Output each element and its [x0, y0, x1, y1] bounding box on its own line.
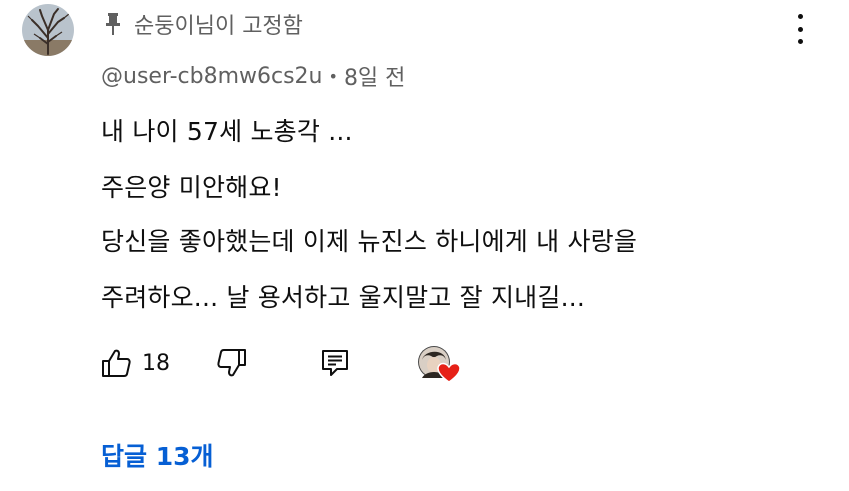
reply-comment-icon	[322, 350, 348, 376]
view-replies-link[interactable]: 답글 13개	[101, 437, 214, 473]
comment-text-line: 주려하오... 날 용서하고 울지말고 잘 지내길...	[101, 283, 586, 312]
more-vertical-icon-dot	[797, 39, 803, 44]
avatar[interactable]	[22, 4, 74, 56]
more-vertical-icon-dot	[797, 14, 803, 19]
dislike-button[interactable]	[216, 342, 248, 384]
comment-text-line: 주은양 미안해요!	[101, 173, 282, 202]
comment-time[interactable]: 8일 전	[344, 60, 405, 92]
comment-text-line: 당신을 좋아했는데 이제 뉴진스 하니에게 내 사랑을	[101, 227, 638, 256]
comment-header: @user-cb8mw6cs2u • 8일 전	[101, 60, 405, 92]
more-options-button[interactable]	[786, 14, 814, 44]
separator-dot: •	[328, 66, 338, 86]
more-vertical-icon-dot	[797, 26, 803, 32]
pinned-text: 순둥이님이 고정함	[134, 14, 303, 39]
comment-action-bar: 18	[100, 342, 500, 384]
pinned-label: 순둥이님이 고정함	[104, 10, 303, 39]
creator-heart-badge	[418, 344, 462, 384]
creator-heart-icon	[418, 346, 461, 383]
like-count: 18	[142, 350, 170, 376]
like-button[interactable]: 18	[100, 342, 170, 384]
author-handle[interactable]: @user-cb8mw6cs2u	[101, 64, 323, 89]
thumbs-up-icon	[102, 349, 131, 377]
comment-text-line: 내 나이 57세 노총각 ...	[101, 117, 353, 146]
reply-button[interactable]	[320, 342, 350, 384]
pin-icon	[106, 13, 120, 35]
avatar-tree-image	[22, 4, 74, 56]
thumbs-down-icon	[217, 349, 246, 377]
